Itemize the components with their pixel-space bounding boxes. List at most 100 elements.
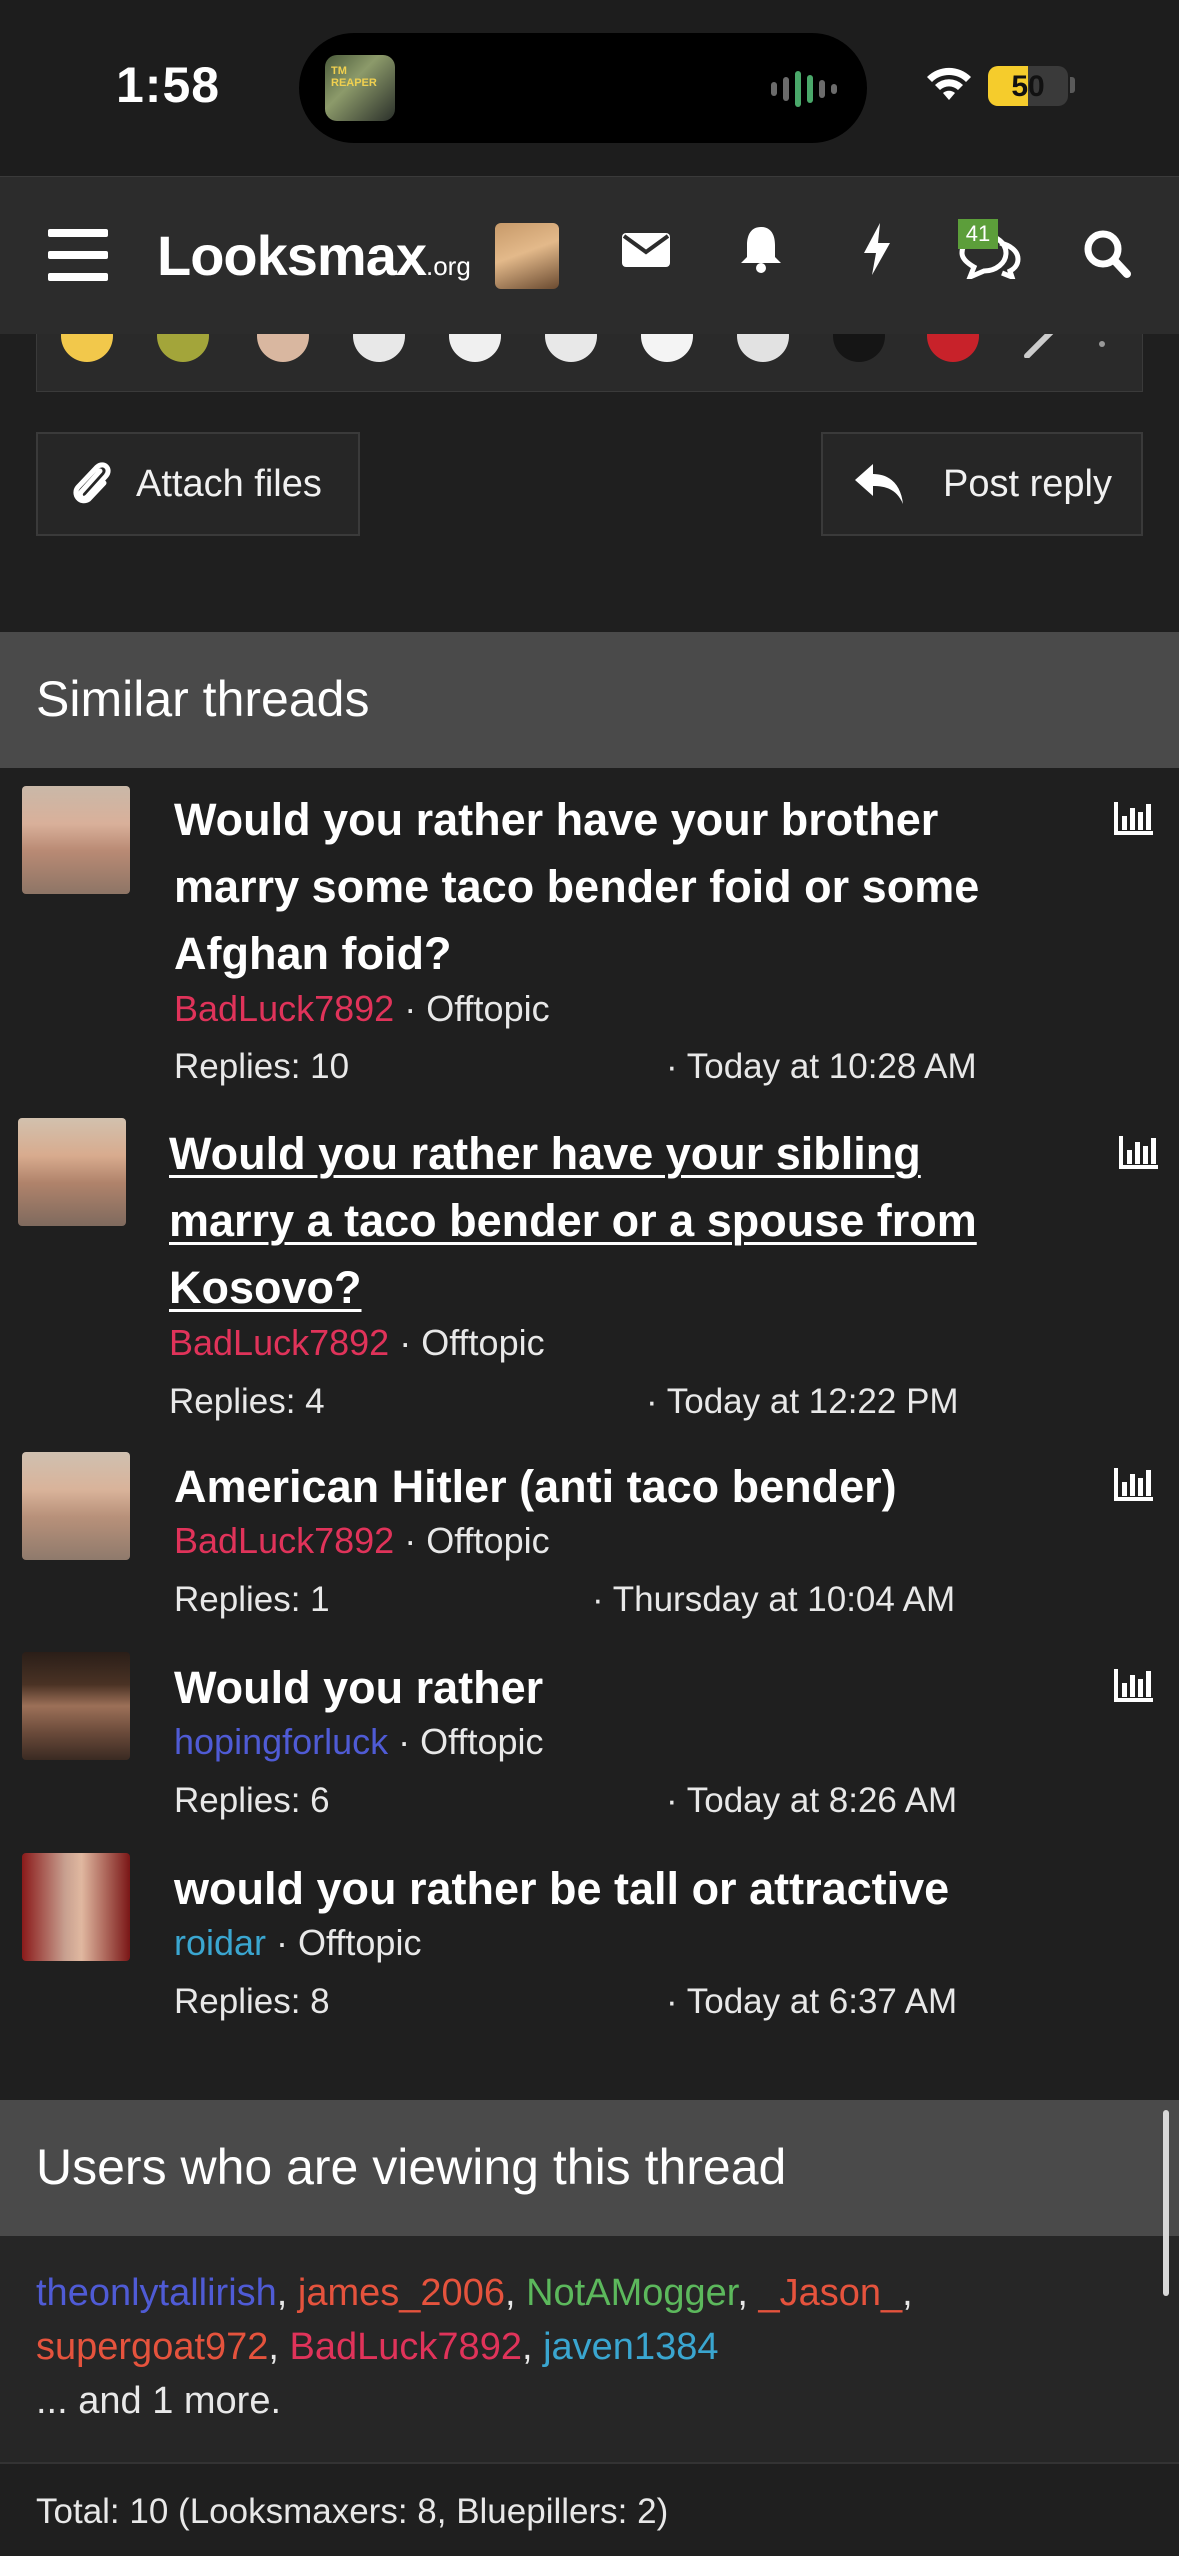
viewer-link[interactable]: _Jason_ (758, 2272, 902, 2314)
paperclip-icon (73, 462, 111, 504)
viewer-separator: , (902, 2272, 913, 2314)
author-avatar[interactable] (22, 1452, 130, 1560)
viewer-link[interactable]: BadLuck7892 (290, 2326, 522, 2368)
thread-meta: BadLuck7892 · Offtopic (174, 1520, 550, 1562)
post-reply-button[interactable]: Post reply (821, 432, 1143, 536)
thread-date: · Today at 10:28 AM (666, 1047, 977, 1086)
viewer-separator: , (268, 2326, 290, 2368)
mail-icon[interactable] (621, 230, 671, 270)
thread-date: · Thursday at 10:04 AM (592, 1580, 956, 1619)
thread-author[interactable]: roidar (174, 1922, 266, 1963)
thread-title-line: Afghan foid? (174, 928, 452, 979)
meta-separator: · (394, 988, 427, 1029)
viewer-link[interactable]: james_2006 (298, 2272, 505, 2314)
conversations-badge: 41 (958, 219, 998, 249)
reply-icon (855, 464, 903, 504)
smilie-strip (36, 334, 1143, 392)
top-navigation: Looksmax.org 41 (0, 176, 1179, 334)
viewers-header: Users who are viewing this thread (0, 2100, 1179, 2236)
wifi-icon (927, 67, 971, 100)
smilie-icon[interactable] (545, 334, 597, 362)
author-avatar[interactable] (22, 1853, 130, 1961)
thread-title-line: marry a taco bender or a spouse from (169, 1195, 977, 1246)
author-avatar[interactable] (18, 1118, 126, 1226)
thread-title[interactable]: American Hitler (anti taco bender) (174, 1453, 1074, 1520)
thread-title[interactable]: Would you rather have your sibling marry… (169, 1120, 1069, 1321)
dynamic-island[interactable]: TM REAPER (299, 33, 867, 143)
bar-chart-icon (1114, 802, 1153, 835)
bar-chart-icon (1114, 1468, 1153, 1501)
viewers-more: ... and 1 more. (36, 2380, 282, 2422)
thread-title[interactable]: would you rather be tall or attractive (174, 1855, 1074, 1922)
post-reply-label: Post reply (943, 462, 1112, 505)
thread-replies: Replies: 8 (174, 1982, 330, 2021)
thread-replies: Replies: 4 (169, 1382, 325, 1421)
thread-meta: BadLuck7892 · Offtopic (174, 988, 550, 1030)
thread-title-line: marry some taco bender foid or some (174, 861, 980, 912)
thread-meta: roidar · Offtopic (174, 1922, 421, 1964)
page-scrollbar[interactable] (1163, 2110, 1169, 2296)
meta-separator: · (266, 1922, 299, 1963)
battery-cap (1070, 77, 1075, 93)
thread-title-line: Kosovo? (169, 1262, 362, 1313)
smilie-icon[interactable] (61, 334, 113, 362)
viewer-link[interactable]: javen1384 (543, 2326, 718, 2368)
smilie-icon[interactable] (927, 334, 979, 362)
thread-title[interactable]: Would you rather have your brother marry… (174, 786, 1074, 987)
bar-chart-icon (1114, 1669, 1153, 1702)
site-logo[interactable]: Looksmax.org (157, 223, 471, 288)
thread-forum[interactable]: Offtopic (421, 1322, 544, 1363)
thread-meta: BadLuck7892 · Offtopic (169, 1322, 545, 1364)
meta-separator: · (394, 1520, 427, 1561)
smilie-icon[interactable] (833, 334, 885, 362)
thread-forum[interactable]: Offtopic (420, 1721, 543, 1762)
thread-date: · Today at 8:26 AM (666, 1781, 958, 1820)
viewer-link[interactable]: supergoat972 (36, 2326, 268, 2368)
smilie-icon[interactable] (737, 334, 789, 362)
thread-title-line: would you rather be tall or attractive (174, 1863, 950, 1914)
author-avatar[interactable] (22, 786, 130, 894)
thread-author[interactable]: BadLuck7892 (169, 1322, 389, 1363)
account-avatar[interactable] (495, 223, 559, 289)
thread-title[interactable]: Would you rather (174, 1654, 1074, 1721)
battery-indicator: 50 (988, 66, 1068, 106)
clock: 1:58 (116, 57, 221, 113)
viewers-title: Users who are viewing this thread (36, 2139, 787, 2195)
thread-forum[interactable]: Offtopic (298, 1922, 421, 1963)
thread-forum[interactable]: Offtopic (426, 1520, 549, 1561)
attach-files-button[interactable]: Attach files (36, 432, 360, 536)
viewer-separator: , (521, 2326, 544, 2368)
pencil-icon[interactable] (1021, 334, 1061, 358)
thread-author[interactable]: BadLuck7892 (174, 988, 394, 1029)
logo-suffix: .org (426, 251, 471, 281)
author-avatar[interactable] (22, 1652, 130, 1760)
viewers-line: supergoat972, BadLuck7892, javen1384 (36, 2326, 718, 2369)
thread-forum[interactable]: Offtopic (426, 988, 549, 1029)
thread-replies: Replies: 6 (174, 1781, 330, 1820)
smilie-icon[interactable] (353, 334, 405, 362)
thread-author[interactable]: BadLuck7892 (174, 1520, 394, 1561)
audio-waveform-icon (771, 71, 837, 107)
similar-threads-title: Similar threads (36, 671, 370, 727)
search-icon[interactable] (1083, 229, 1131, 279)
smilie-icon[interactable] (449, 334, 501, 362)
bell-icon[interactable] (739, 223, 783, 275)
bolt-icon[interactable] (860, 221, 894, 277)
more-icon[interactable] (1095, 334, 1109, 358)
viewer-separator: , (737, 2272, 759, 2314)
smilie-icon[interactable] (641, 334, 693, 362)
menu-icon[interactable] (48, 229, 108, 281)
artwork-text: TM REAPER (331, 65, 377, 89)
attach-files-label: Attach files (136, 462, 322, 505)
viewers-total-bar: Total: 10 (Looksmaxers: 8, Bluepillers: … (0, 2462, 1179, 2556)
smilie-icon[interactable] (157, 334, 209, 362)
viewer-link[interactable]: NotAMogger (526, 2272, 737, 2314)
thread-replies: Replies: 1 (174, 1580, 330, 1619)
thread-replies: Replies: 10 (174, 1047, 350, 1086)
thread-author[interactable]: hopingforluck (174, 1721, 388, 1762)
thread-title-line: Would you rather have your sibling (169, 1128, 921, 1179)
smilie-icon[interactable] (257, 334, 309, 362)
logo-main: Looksmax (157, 224, 427, 287)
viewer-link[interactable]: theonlytallirish (36, 2272, 277, 2314)
similar-threads-header: Similar threads (0, 632, 1179, 768)
